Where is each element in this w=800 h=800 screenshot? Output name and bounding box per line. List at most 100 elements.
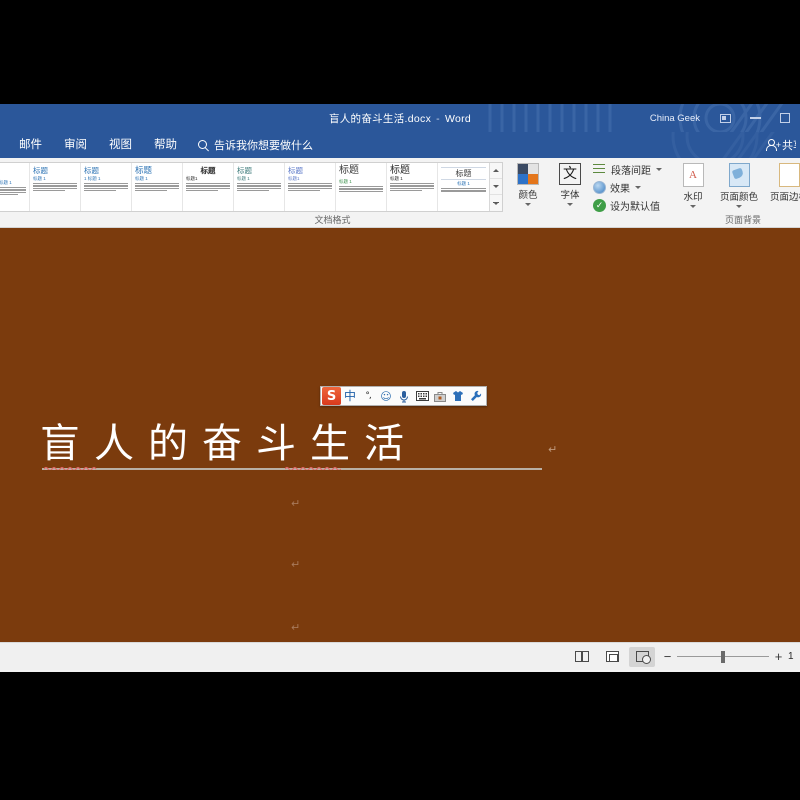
ime-punctuation-toggle-button[interactable]: °, xyxy=(359,387,377,405)
style-card[interactable]: 标题 1 标题 1 xyxy=(81,163,132,211)
style-card-heading: 标题 1 xyxy=(390,176,403,181)
read-mode-icon xyxy=(575,650,589,662)
page-color-button[interactable]: 页面颜色 xyxy=(714,161,764,213)
style-card-lines xyxy=(84,183,128,192)
style-card-lines xyxy=(186,183,230,192)
paragraph-spacing-button[interactable]: 段落间距 xyxy=(593,162,662,177)
watermark-icon: A xyxy=(682,163,704,187)
document-title-text[interactable]: 盲人的奋斗生活 xyxy=(40,424,560,464)
user-account-name[interactable]: China Geek xyxy=(650,113,710,124)
style-gallery-more-button[interactable] xyxy=(490,196,502,212)
tab-view[interactable]: 视图 xyxy=(98,132,143,158)
chevron-down-icon[interactable] xyxy=(690,205,696,208)
style-gallery-scroll-down-button[interactable] xyxy=(490,179,502,195)
style-card[interactable]: 标题 标题 1 xyxy=(438,163,489,211)
style-card-heading: 标题 1 xyxy=(457,181,470,186)
ime-voice-input-button[interactable] xyxy=(395,387,413,405)
screen-root: 盲人的奋斗生活.docx - Word China Geek 邮件 审阅 视图 帮 xyxy=(0,0,800,800)
view-web-layout-button[interactable] xyxy=(629,646,655,667)
tabbar-decoration xyxy=(671,132,775,158)
style-card-heading: 标题1 xyxy=(186,176,198,181)
zoom-thumb[interactable] xyxy=(721,650,725,663)
view-read-mode-button[interactable] xyxy=(569,647,595,667)
view-print-layout-button[interactable] xyxy=(599,647,625,667)
colors-swatch-icon xyxy=(517,163,539,185)
minimize-button[interactable] xyxy=(740,104,770,132)
theme-fonts-label: 字体 xyxy=(560,190,580,201)
ime-toolbox-button[interactable] xyxy=(431,387,449,405)
maximize-icon xyxy=(780,113,790,123)
style-card-heading: 标题1 xyxy=(288,176,300,181)
ime-settings-button[interactable] xyxy=(467,387,485,405)
style-card-title: 标题 xyxy=(288,166,303,175)
tab-help[interactable]: 帮助 xyxy=(143,132,188,158)
style-card-title: 标题 xyxy=(135,165,153,175)
style-card-heading: 标题 1 xyxy=(339,179,352,184)
title-separator: - xyxy=(436,112,440,125)
chevron-down-icon[interactable] xyxy=(736,205,742,208)
theme-fonts-button[interactable]: 文 字体 xyxy=(549,161,591,213)
ribbon-display-options-button[interactable] xyxy=(710,104,740,132)
theme-colors-label: 颜色 xyxy=(518,190,538,201)
style-card[interactable]: 标题 1 xyxy=(0,163,30,211)
style-gallery-scroll-up-button[interactable] xyxy=(490,163,502,179)
style-card-title: 标题 xyxy=(33,166,48,175)
style-card-heading: 标题 1 xyxy=(135,176,148,181)
chevron-down-icon[interactable] xyxy=(656,167,662,171)
style-gallery-scroll xyxy=(489,163,502,211)
sogou-input-method-toolbar[interactable]: S 中 °, ☺ xyxy=(320,386,487,406)
style-card[interactable]: 标题 标题 1 xyxy=(30,163,81,211)
set-as-default-button[interactable]: ✓ 设为默认值 xyxy=(593,198,662,213)
ribbon: 标题 1 标题 标题 1 标题 1 标题 1 标题 标题 1 标题 标题1 标题… xyxy=(0,158,800,228)
style-card[interactable]: 标题 标题 1 xyxy=(234,163,285,211)
ribbon-tab-bar: 邮件 审阅 视图 帮助 告诉我你想要做什么 + 共享 xyxy=(0,132,800,158)
document-formatting-group-label: 文档格式 xyxy=(314,215,351,225)
ime-language-mode-button[interactable]: 中 xyxy=(341,387,359,405)
application-name: Word xyxy=(444,112,472,125)
page-borders-button[interactable]: 页面边框 xyxy=(764,161,800,213)
print-layout-icon xyxy=(605,651,619,662)
keyboard-icon xyxy=(415,391,429,401)
chevron-down-icon[interactable] xyxy=(525,203,531,206)
minimize-icon xyxy=(749,117,761,119)
ime-emoji-button[interactable]: ☺ xyxy=(377,387,395,405)
titlebar-right-controls: China Geek xyxy=(650,104,800,132)
theme-colors-button[interactable]: 颜色 xyxy=(507,161,549,213)
title-paragraph-mark: ↵ xyxy=(548,443,558,456)
watermark-button[interactable]: A 水印 xyxy=(672,161,714,213)
chevron-down-icon[interactable] xyxy=(567,203,573,206)
zoom-slider[interactable]: − + 1 xyxy=(663,650,798,663)
ime-skin-button[interactable] xyxy=(449,387,467,405)
ribbon-group-document-formatting: 标题 1 标题 标题 1 标题 1 标题 1 标题 标题 1 标题 标题1 标题… xyxy=(0,158,665,227)
page-borders-icon xyxy=(778,163,800,187)
style-card-lines xyxy=(288,183,332,192)
share-button[interactable]: + 共享 xyxy=(766,132,796,158)
tell-me-search[interactable]: 告诉我你想要做什么 xyxy=(198,137,313,153)
effects-button[interactable]: 效果 xyxy=(593,180,662,195)
style-gallery[interactable]: 标题 1 标题 标题 1 标题 1 标题 1 标题 标题 1 标题 标题1 标题… xyxy=(0,162,503,212)
maximize-button[interactable] xyxy=(770,104,800,132)
microphone-icon xyxy=(400,390,408,402)
style-card-lines xyxy=(33,183,77,192)
zoom-out-button[interactable]: − xyxy=(663,650,672,663)
effects-icon xyxy=(593,180,606,194)
search-icon xyxy=(198,139,209,151)
page-background-group-label: 页面背景 xyxy=(724,215,761,225)
style-card-title: 标题 xyxy=(455,169,472,178)
style-card[interactable]: 标题 标题1 xyxy=(183,163,234,211)
style-card[interactable]: 标题 标题 1 xyxy=(132,163,183,211)
zoom-percent-label[interactable]: 1 xyxy=(788,651,798,662)
zoom-track[interactable] xyxy=(677,650,769,663)
chevron-down-icon[interactable] xyxy=(635,185,641,189)
tab-mailings[interactable]: 邮件 xyxy=(8,132,53,158)
set-as-default-label: 设为默认值 xyxy=(610,201,660,213)
shirt-icon xyxy=(453,391,463,401)
ime-soft-keyboard-button[interactable] xyxy=(413,387,431,405)
zoom-in-button[interactable]: + xyxy=(774,650,783,663)
chevron-down-icon xyxy=(493,185,499,188)
sogou-logo-icon[interactable]: S xyxy=(322,387,341,405)
tab-review[interactable]: 审阅 xyxy=(53,132,98,158)
style-card[interactable]: 标题 标题 1 xyxy=(387,163,438,211)
style-card[interactable]: 标题 标题 1 xyxy=(336,163,387,211)
style-card[interactable]: 标题 标题1 xyxy=(285,163,336,211)
